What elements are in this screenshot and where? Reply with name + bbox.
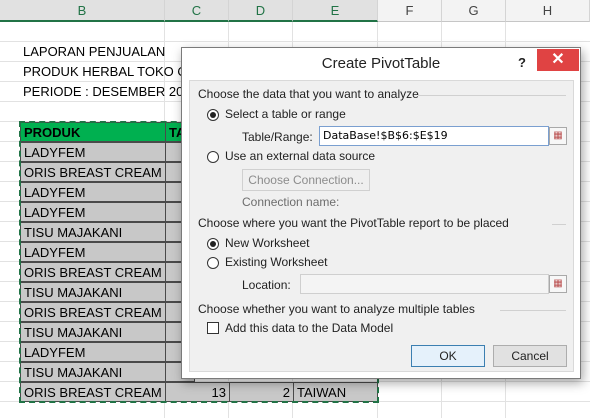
new-worksheet-label[interactable]: New Worksheet [225, 236, 309, 250]
section-data-source: Choose the data that you want to analyze [198, 87, 419, 101]
column-header-h[interactable]: H [506, 0, 590, 22]
section-multiple-tables: Choose whether you want to analyze multi… [198, 302, 475, 316]
table-header-produk[interactable]: PRODUK [20, 122, 166, 142]
table-cell-qty[interactable]: 2 [229, 382, 294, 402]
location-input[interactable] [300, 274, 549, 294]
section-divider [500, 310, 566, 311]
choose-connection-button[interactable]: Choose Connection... [242, 169, 370, 191]
select-table-radio[interactable] [207, 109, 219, 121]
column-header-g[interactable]: G [442, 0, 506, 22]
table-row-produk[interactable]: LADYFEM [20, 182, 166, 202]
column-header-e[interactable]: E [293, 0, 378, 22]
table-row-produk[interactable]: LADYFEM [20, 342, 166, 362]
grid-row [0, 22, 590, 42]
collapse-location-icon[interactable]: ▦ [549, 275, 567, 293]
cancel-button[interactable]: Cancel [493, 345, 567, 367]
create-pivottable-dialog: Create PivotTable ? ✕ Choose the data th… [181, 47, 581, 379]
table-row-produk[interactable]: TISU MAJAKANI [20, 222, 166, 242]
table-range-input[interactable]: DataBase!$B$6:$E$19 [319, 126, 549, 146]
table-cell-tahun[interactable]: 13 [165, 382, 230, 402]
table-range-label: Table/Range: [242, 130, 313, 144]
external-source-label[interactable]: Use an external data source [225, 149, 375, 163]
column-header-c[interactable]: C [165, 0, 229, 22]
table-row-produk[interactable]: ORIS BREAST CREAM [20, 302, 166, 322]
new-worksheet-radio[interactable] [207, 238, 219, 250]
table-cell-origin[interactable]: TAIWAN [293, 382, 378, 402]
table-row-produk[interactable]: LADYFEM [20, 202, 166, 222]
table-row-produk[interactable]: LADYFEM [20, 142, 166, 162]
select-table-label[interactable]: Select a table or range [225, 107, 346, 121]
dialog-body: Choose the data that you want to analyze… [189, 80, 574, 372]
section-placement: Choose where you want the PivotTable rep… [198, 216, 509, 230]
table-row-produk[interactable]: TISU MAJAKANI [20, 322, 166, 342]
table-row-produk[interactable]: ORIS BREAST CREAM [20, 162, 166, 182]
close-icon[interactable]: ✕ [537, 49, 579, 71]
existing-worksheet-radio[interactable] [207, 257, 219, 269]
help-icon[interactable]: ? [512, 53, 532, 73]
column-header-f[interactable]: F [378, 0, 442, 22]
section-divider [552, 224, 566, 225]
connection-name-label: Connection name: [242, 195, 340, 209]
collapse-range-icon[interactable]: ▦ [549, 127, 567, 145]
column-header-b[interactable]: B [0, 0, 165, 22]
column-header-d[interactable]: D [229, 0, 293, 22]
section-divider [418, 95, 566, 96]
existing-worksheet-label[interactable]: Existing Worksheet [225, 255, 328, 269]
external-source-radio[interactable] [207, 151, 219, 163]
ok-button[interactable]: OK [411, 345, 485, 367]
table-row-produk[interactable]: TISU MAJAKANI [20, 282, 166, 302]
table-row-produk[interactable]: ORIS BREAST CREAM [20, 382, 166, 402]
table-row-produk[interactable]: TISU MAJAKANI [20, 362, 166, 382]
data-model-checkbox[interactable] [207, 322, 219, 334]
location-label: Location: [242, 278, 291, 292]
table-row-produk[interactable]: LADYFEM [20, 242, 166, 262]
table-row-produk[interactable]: ORIS BREAST CREAM [20, 262, 166, 282]
data-model-label[interactable]: Add this data to the Data Model [225, 321, 393, 335]
